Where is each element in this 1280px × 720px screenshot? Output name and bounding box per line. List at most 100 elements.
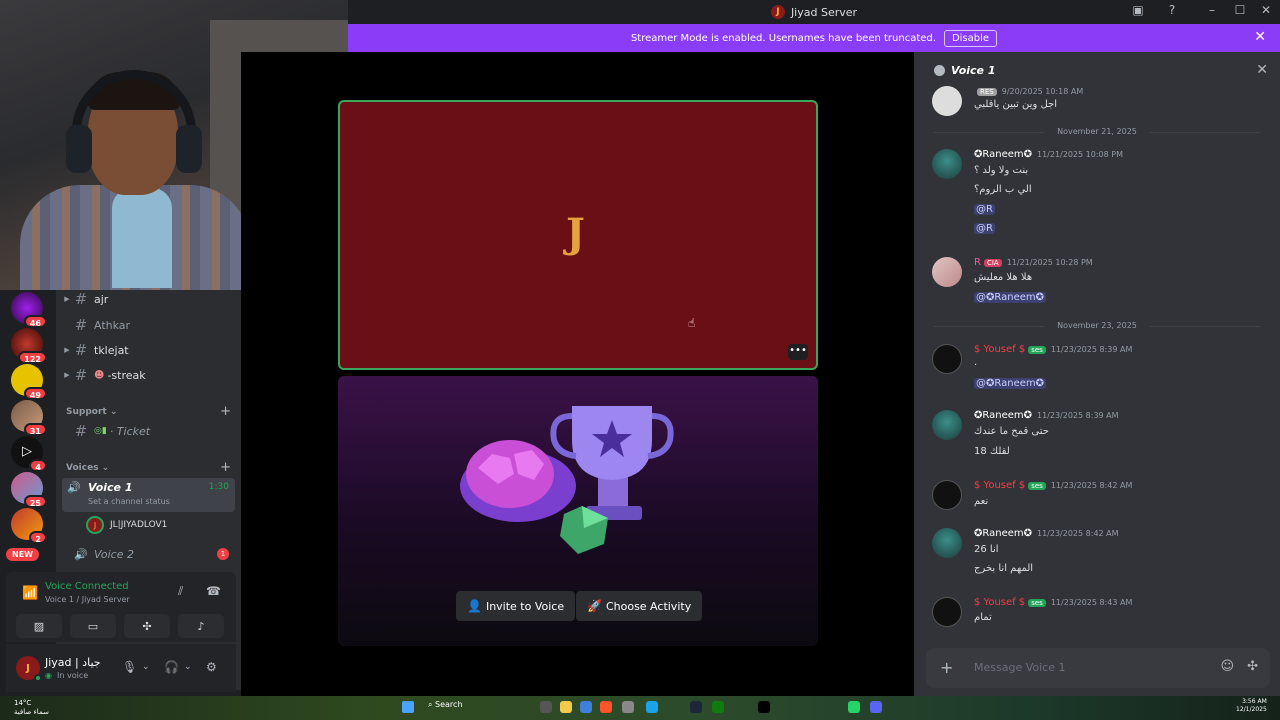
avatar[interactable] [932, 344, 962, 374]
avatar[interactable] [932, 86, 962, 116]
voice-member[interactable]: J JL|JIYADLOV1 [86, 516, 167, 534]
taskbar-search[interactable]: ⌕ Search [428, 700, 463, 710]
channel-tklejat[interactable]: ▶ # tklejat [62, 338, 235, 362]
category-voices[interactable]: Voices ⌄ + [66, 460, 231, 475]
user-mention[interactable]: @✪Raneem✪ [974, 378, 1046, 389]
camera-button[interactable]: ▨ [16, 614, 62, 638]
online-status-icon [34, 674, 42, 682]
steam-icon[interactable] [690, 701, 702, 713]
minimize-button[interactable]: – [1202, 3, 1222, 17]
avatar[interactable] [932, 480, 962, 510]
emoji-icon[interactable]: ☺ [1220, 659, 1234, 674]
screen-share-button[interactable]: ▭ [70, 614, 116, 638]
category-support[interactable]: Support ⌄ + [66, 404, 231, 419]
username[interactable]: ✪Raneem✪ [974, 149, 1032, 160]
message-input[interactable]: Message Voice 1 [974, 661, 1065, 674]
windows-start-icon[interactable] [402, 701, 414, 713]
weather-widget[interactable]: 14°C سماء صافية [14, 699, 49, 717]
user-mention[interactable]: @R [974, 223, 995, 234]
user-mention[interactable]: @R [974, 204, 995, 215]
banner-close-icon[interactable]: ✕ [1254, 29, 1266, 45]
clock[interactable]: 3:56 AM 12/1/2025 [1236, 698, 1267, 714]
server-icon[interactable]: 46 [11, 292, 47, 328]
username[interactable]: $ Yousef $ [974, 344, 1025, 355]
channel-status[interactable]: Set a channel status [88, 497, 170, 506]
username[interactable]: $ Yousef $ [974, 597, 1025, 608]
soundboard-button[interactable]: ♪ [178, 614, 224, 638]
help-icon[interactable]: ? [1162, 3, 1182, 17]
channel-ajr[interactable]: ▶ # ajr [62, 287, 235, 311]
chevron-down-icon[interactable]: ⌄ [142, 662, 150, 672]
search-label: Search [435, 700, 463, 709]
server-icon[interactable]: 31 [11, 400, 47, 436]
channel-streak[interactable]: ▶ # ☻ -streak [62, 363, 235, 387]
add-user-icon: 👤 [467, 599, 482, 613]
more-options-button[interactable]: ••• [788, 344, 808, 360]
channel-athkar[interactable]: # Athkar [62, 313, 235, 337]
brave-icon[interactable] [600, 701, 612, 713]
noise-suppression-icon[interactable]: ⫽ [178, 584, 183, 599]
timestamp: 11/23/2025 8:42 AM [1050, 481, 1133, 490]
message-text: نعم [974, 496, 989, 507]
file-explorer-icon[interactable] [560, 701, 572, 713]
avatar[interactable] [932, 528, 962, 558]
speaker-icon: 🔊 [67, 481, 81, 494]
user-name[interactable]: Jiyad | جياد [45, 656, 101, 669]
hash-icon: # [74, 316, 88, 334]
server-icon[interactable]: 25 [11, 472, 47, 508]
avatar[interactable] [932, 257, 962, 287]
channel-ticket[interactable]: # ◎▮ · Ticket [62, 419, 235, 443]
server-icon[interactable]: 49 [11, 364, 47, 400]
chevron-down-icon[interactable]: ⌄ [184, 662, 192, 672]
disable-button[interactable]: Disable [943, 29, 998, 47]
avatar[interactable] [932, 149, 962, 179]
app-icon[interactable] [622, 701, 634, 713]
username[interactable]: ✪Raneem✪ [974, 528, 1032, 539]
avatar[interactable] [932, 597, 962, 627]
username[interactable]: $ Yousef $ [974, 480, 1025, 491]
task-view-icon[interactable] [540, 701, 552, 713]
message-header: R CIA 11/21/2025 10:28 PM [974, 257, 1093, 268]
close-window-button[interactable]: ✕ [1256, 3, 1276, 17]
app-icon[interactable] [848, 701, 860, 713]
add-channel-icon[interactable]: + [220, 460, 231, 475]
user-status: In voice [57, 671, 89, 680]
tiktok-icon[interactable] [758, 701, 770, 713]
discord-icon[interactable] [870, 701, 882, 713]
server-icon[interactable]: 122 [11, 328, 47, 364]
inbox-icon[interactable]: ▣ [1128, 3, 1148, 17]
chat-bubble-icon [934, 64, 945, 76]
avatar[interactable] [932, 410, 962, 440]
maximize-button[interactable]: ☐ [1230, 3, 1250, 17]
username[interactable]: ✪Raneem✪ [974, 410, 1032, 421]
activities-icon: ✣ [142, 619, 152, 633]
hash-icon: # [74, 290, 88, 308]
headphones-icon[interactable]: 🎧 [164, 660, 179, 674]
xbox-icon[interactable] [712, 701, 724, 713]
signal-icon[interactable]: 📶 [22, 586, 38, 601]
unread-badge: 2 [29, 531, 47, 544]
server-icon[interactable]: 2 [11, 508, 47, 544]
add-attachment-icon[interactable]: + [940, 658, 953, 677]
voice-channel-voice1[interactable]: 🔊 Voice 1 Set a channel status 1:30 [62, 478, 235, 512]
username[interactable]: R [974, 257, 981, 268]
participant-tile[interactable]: J ••• [338, 100, 818, 370]
voice-connected-label[interactable]: Voice Connected [45, 581, 129, 592]
soundboard-icon: ♪ [197, 619, 205, 633]
chat-header: Voice 1 ✕ [914, 52, 1280, 88]
activities-button[interactable]: ✣ [124, 614, 170, 638]
user-mention[interactable]: @✪Raneem✪ [974, 292, 1046, 303]
disconnect-icon[interactable]: ☎ [206, 584, 221, 598]
microphone-icon[interactable]: 🎙 [122, 660, 137, 674]
close-chat-icon[interactable]: ✕ [1256, 62, 1268, 78]
apps-icon[interactable]: ✣ [1247, 659, 1258, 674]
play-server-icon[interactable]: ▷ 4 [11, 436, 47, 472]
choose-activity-button[interactable]: 🚀 Choose Activity [576, 591, 703, 621]
app-icon[interactable] [646, 701, 658, 713]
add-channel-icon[interactable]: + [220, 404, 231, 419]
edge-icon[interactable] [580, 701, 592, 713]
invite-to-voice-button[interactable]: 👤 Invite to Voice [456, 591, 576, 621]
weather-desc: سماء صافية [14, 708, 49, 716]
voice-channel-voice2[interactable]: 🔊 Voice 2 [62, 542, 235, 566]
settings-gear-icon[interactable]: ⚙ [206, 660, 217, 674]
